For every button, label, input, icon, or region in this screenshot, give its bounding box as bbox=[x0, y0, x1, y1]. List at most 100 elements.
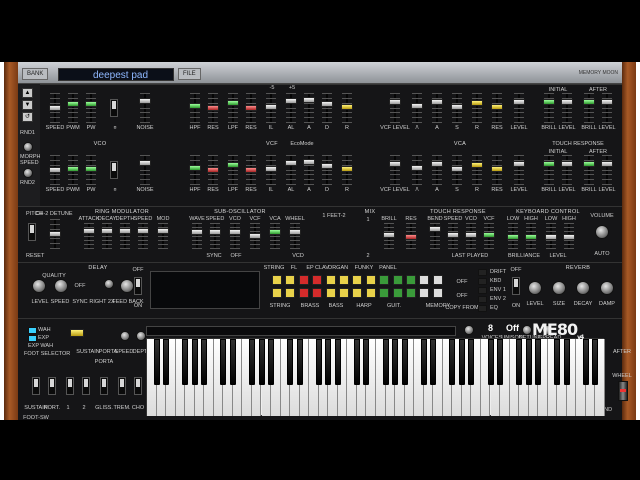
detune-knob[interactable] bbox=[522, 325, 532, 335]
sub-osc-slider-0[interactable] bbox=[191, 223, 203, 249]
preset-button-0-12[interactable] bbox=[432, 275, 443, 285]
preset-button-0-3[interactable] bbox=[312, 275, 323, 285]
vco-slider-0-4[interactable] bbox=[139, 93, 151, 123]
vco-waveform-toggle-1[interactable] bbox=[110, 161, 118, 179]
vcf-slider-0-7[interactable] bbox=[321, 93, 333, 123]
sustain-button[interactable] bbox=[70, 329, 84, 337]
bottom-toggle-3[interactable] bbox=[82, 377, 90, 395]
vcf-slider-1-4[interactable] bbox=[265, 155, 277, 185]
slider-knob[interactable] bbox=[303, 158, 315, 165]
black-key[interactable] bbox=[296, 339, 303, 385]
slider-knob[interactable] bbox=[269, 229, 281, 235]
trem-speed-knob[interactable] bbox=[120, 331, 130, 341]
preset-button-0-9[interactable] bbox=[392, 275, 403, 285]
black-key[interactable] bbox=[516, 339, 523, 385]
black-key[interactable] bbox=[535, 339, 542, 385]
kb-control-slider-3[interactable] bbox=[563, 223, 575, 249]
black-key[interactable] bbox=[420, 339, 427, 385]
preset-button-1-9[interactable] bbox=[392, 288, 403, 298]
black-key[interactable] bbox=[182, 339, 189, 385]
volume-knob[interactable] bbox=[595, 225, 609, 239]
slider-knob[interactable] bbox=[139, 159, 151, 166]
delay-level-knob[interactable] bbox=[32, 279, 46, 293]
preset-button-0-10[interactable] bbox=[406, 275, 416, 285]
slider-knob[interactable] bbox=[285, 97, 297, 104]
black-key[interactable] bbox=[363, 339, 370, 385]
bottom-toggle-0[interactable] bbox=[32, 377, 40, 395]
preset-button-1-6[interactable] bbox=[352, 288, 363, 298]
vco-slider-1-4[interactable] bbox=[139, 155, 151, 185]
file-button[interactable]: FILE bbox=[178, 68, 201, 80]
slider-knob[interactable] bbox=[583, 99, 595, 105]
preset-button-1-3[interactable] bbox=[312, 288, 323, 298]
slider-knob[interactable] bbox=[341, 165, 353, 172]
vcf-slider-0-6[interactable] bbox=[303, 93, 315, 123]
preset-button-1-10[interactable] bbox=[406, 288, 416, 298]
black-key[interactable] bbox=[497, 339, 504, 385]
vca-slider-0-1[interactable] bbox=[411, 93, 423, 123]
slider-knob[interactable] bbox=[545, 234, 557, 240]
vco-slider-1-1[interactable] bbox=[67, 155, 79, 185]
black-key[interactable] bbox=[153, 339, 160, 385]
kb-control-slider-2[interactable] bbox=[545, 223, 557, 249]
slider-knob[interactable] bbox=[101, 228, 113, 234]
vco-slider-1-2[interactable] bbox=[85, 155, 97, 185]
preset-button-0-11[interactable] bbox=[419, 275, 430, 285]
slider-knob[interactable] bbox=[471, 162, 483, 169]
preset-button-1-11[interactable] bbox=[419, 288, 430, 298]
initial-after-slider-0-1[interactable] bbox=[561, 93, 573, 123]
reverb-knob-0[interactable] bbox=[528, 281, 542, 295]
slider-knob[interactable] bbox=[49, 105, 61, 111]
black-key[interactable] bbox=[229, 339, 236, 385]
ring-mod-slider-4[interactable] bbox=[157, 223, 169, 249]
sub-osc-slider-5[interactable] bbox=[289, 223, 301, 249]
touch-slider-3[interactable] bbox=[483, 223, 495, 249]
black-key[interactable] bbox=[563, 339, 570, 385]
slider-knob[interactable] bbox=[543, 99, 555, 105]
black-key[interactable] bbox=[401, 339, 408, 385]
black-key[interactable] bbox=[392, 339, 399, 385]
vca-slider-0-5[interactable] bbox=[491, 93, 503, 123]
slider-knob[interactable] bbox=[207, 167, 219, 173]
reverb-knob-3[interactable] bbox=[600, 281, 614, 295]
wah-led[interactable] bbox=[28, 327, 37, 334]
slider-knob[interactable] bbox=[513, 99, 525, 105]
vca-slider-1-6[interactable] bbox=[513, 155, 525, 185]
vco-slider-0-0[interactable] bbox=[49, 93, 61, 123]
slider-knob[interactable] bbox=[451, 165, 463, 172]
vcf-slider-1-7[interactable] bbox=[321, 155, 333, 185]
touch-slider-0[interactable] bbox=[429, 223, 441, 249]
delay-feedback-knob[interactable] bbox=[120, 279, 134, 293]
slider-knob[interactable] bbox=[229, 229, 241, 235]
black-key[interactable] bbox=[458, 339, 465, 385]
slider-knob[interactable] bbox=[411, 164, 423, 171]
vcf-slider-1-2[interactable] bbox=[227, 155, 239, 185]
preset-button-1-4[interactable] bbox=[325, 288, 336, 298]
vcf-slider-1-8[interactable] bbox=[341, 155, 353, 185]
slider-knob[interactable] bbox=[491, 103, 503, 110]
vco-waveform-toggle-0[interactable] bbox=[110, 99, 118, 117]
vca-slider-0-6[interactable] bbox=[513, 93, 525, 123]
black-key[interactable] bbox=[191, 339, 198, 385]
reverb-knob-2[interactable] bbox=[576, 281, 590, 295]
black-key[interactable] bbox=[334, 339, 341, 385]
slider-knob[interactable] bbox=[513, 161, 525, 167]
black-key[interactable] bbox=[582, 339, 589, 385]
routing-button-3[interactable] bbox=[478, 296, 487, 303]
vcf-slider-0-3[interactable] bbox=[245, 93, 257, 123]
slider-knob[interactable] bbox=[245, 105, 257, 111]
preset-button-1-2[interactable] bbox=[298, 288, 309, 298]
vca-slider-0-3[interactable] bbox=[451, 93, 463, 123]
delay-right-knob[interactable] bbox=[104, 279, 114, 289]
preset-button-0-8[interactable] bbox=[379, 275, 390, 285]
vco-slider-1-0[interactable] bbox=[49, 155, 61, 185]
black-key[interactable] bbox=[554, 339, 561, 385]
slider-knob[interactable] bbox=[67, 101, 79, 108]
slider-knob[interactable] bbox=[245, 167, 257, 173]
vca-slider-0-2[interactable] bbox=[431, 93, 443, 123]
voices-knob[interactable] bbox=[464, 325, 474, 335]
routing-button-4[interactable] bbox=[478, 305, 487, 312]
slider-knob[interactable] bbox=[285, 159, 297, 166]
ring-mod-slider-1[interactable] bbox=[101, 223, 113, 249]
vca-slider-1-0[interactable] bbox=[389, 155, 401, 185]
